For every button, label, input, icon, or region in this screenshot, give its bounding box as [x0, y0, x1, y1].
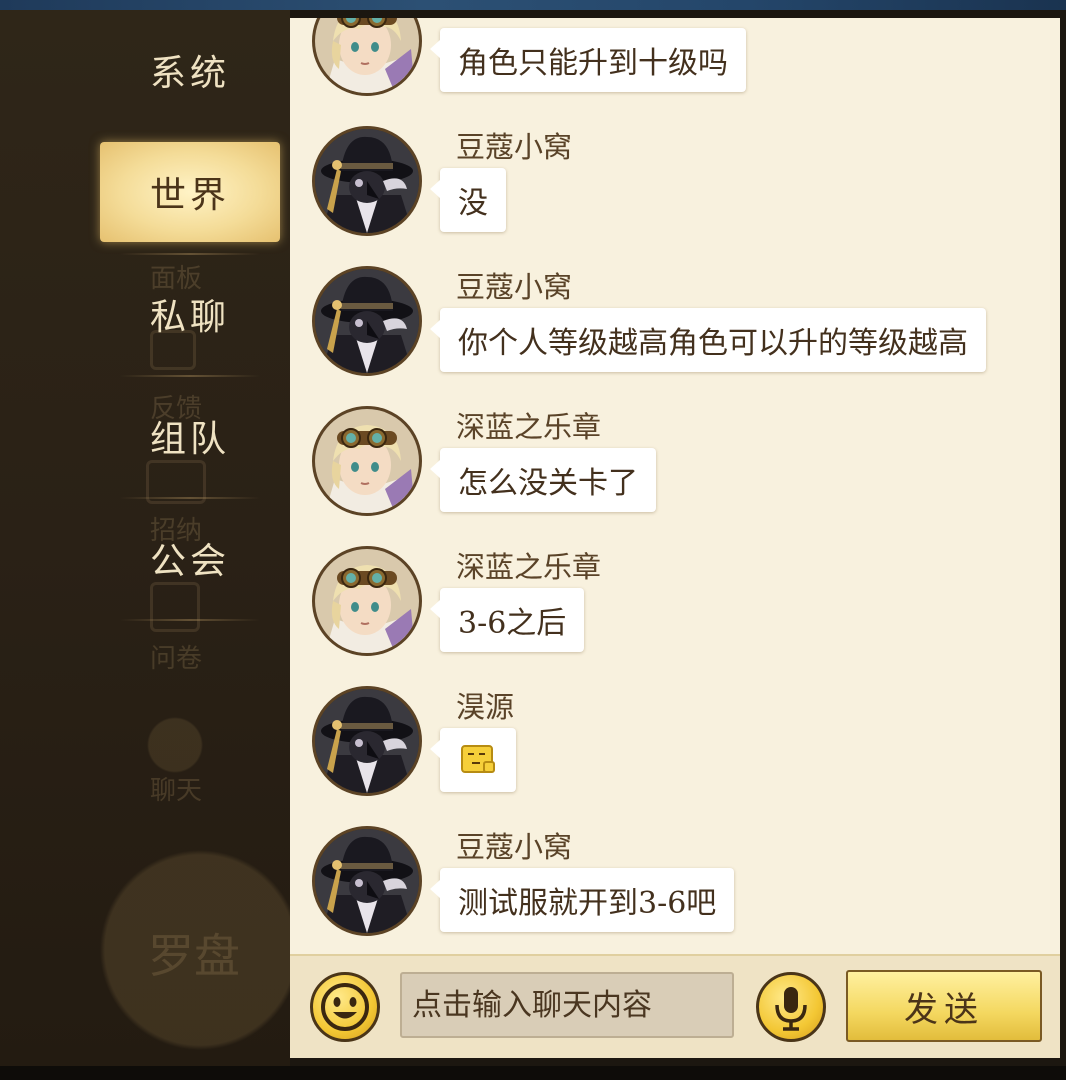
- chat-input[interactable]: [400, 972, 734, 1038]
- user-avatar[interactable]: [312, 406, 422, 516]
- message-bubble: [430, 728, 516, 792]
- chat-message: 深蓝之乐章 怎么没关卡了: [290, 406, 1060, 546]
- message-text: 角色只能升到十级吗: [458, 46, 728, 81]
- send-button[interactable]: 发送: [846, 970, 1042, 1042]
- tab-private-chat[interactable]: 私聊: [100, 264, 280, 364]
- message-text: 没: [458, 186, 488, 221]
- tab-system[interactable]: 系统: [100, 20, 280, 120]
- message-list[interactable]: 角色只能升到十级吗 豆蔻小窝 没 豆蔻小窝 你个人等级越高角色可以升的等级越高 …: [290, 18, 1060, 954]
- message-username: 豆蔻小窝: [456, 830, 573, 864]
- user-avatar[interactable]: [312, 826, 422, 936]
- user-avatar[interactable]: [312, 266, 422, 376]
- divider: [120, 497, 260, 499]
- chat-message: 豆蔻小窝 测试服就开到3-6吧: [290, 826, 1060, 954]
- chat-message: 角色只能升到十级吗: [290, 18, 1060, 126]
- message-text: 3-6之后: [458, 606, 567, 641]
- message-username: 深蓝之乐章: [456, 550, 602, 584]
- message-username: 豆蔻小窝: [456, 270, 573, 304]
- divider: [120, 619, 260, 621]
- smiley-icon: [321, 983, 369, 1031]
- chat-input-bar: 发送: [290, 954, 1060, 1058]
- message-text: 测试服就开到3-6吧: [458, 886, 717, 921]
- bg-decoration: 罗盘: [148, 929, 240, 983]
- channel-sidebar: 面板 反馈 招纳 问卷 聊天 罗盘 系统 世界 私聊 组队 公会: [0, 10, 290, 1066]
- tab-guild[interactable]: 公会: [100, 508, 280, 608]
- dark-hat-avatar: [315, 829, 419, 933]
- emoji-button[interactable]: [310, 972, 380, 1042]
- message-bubble: 角色只能升到十级吗: [430, 28, 746, 92]
- voice-button[interactable]: [756, 972, 826, 1042]
- bg-decoration: 聊天: [150, 776, 203, 806]
- dark-hat-avatar: [315, 689, 419, 793]
- message-text: 你个人等级越高角色可以升的等级越高: [458, 326, 968, 361]
- user-avatar[interactable]: [312, 18, 422, 96]
- divider: [120, 375, 260, 377]
- blond-goggles-avatar: [315, 409, 419, 513]
- chat-message: 豆蔻小窝 你个人等级越高角色可以升的等级越高: [290, 266, 1060, 406]
- chat-message: 豆蔻小窝 没: [290, 126, 1060, 266]
- user-avatar[interactable]: [312, 686, 422, 796]
- yellow-face-emoji: [461, 745, 495, 773]
- tab-team[interactable]: 组队: [100, 386, 280, 486]
- blond-goggles-avatar: [315, 18, 419, 93]
- chat-message: 淏源: [290, 686, 1060, 826]
- message-bubble: 怎么没关卡了: [430, 448, 656, 512]
- chat-message: 深蓝之乐章 3-6之后: [290, 546, 1060, 686]
- message-username: 深蓝之乐章: [456, 410, 602, 444]
- message-bubble: 没: [430, 168, 506, 232]
- message-bubble: 测试服就开到3-6吧: [429, 868, 735, 932]
- microphone-icon: [775, 987, 807, 1031]
- tab-world[interactable]: 世界: [100, 142, 280, 242]
- dark-hat-avatar: [315, 269, 419, 373]
- message-text: 怎么没关卡了: [458, 466, 638, 501]
- message-username: 淏源: [456, 690, 515, 724]
- bg-decoration: 问卷: [150, 644, 203, 674]
- message-bubble: 3-6之后: [429, 588, 585, 652]
- bottom-strip: [0, 1066, 1066, 1080]
- chat-panel: 角色只能升到十级吗 豆蔻小窝 没 豆蔻小窝 你个人等级越高角色可以升的等级越高 …: [290, 18, 1060, 1058]
- user-avatar[interactable]: [312, 546, 422, 656]
- divider: [120, 253, 260, 255]
- top-strip: [0, 0, 1066, 10]
- message-bubble: 你个人等级越高角色可以升的等级越高: [430, 308, 986, 372]
- dark-hat-avatar: [315, 129, 419, 233]
- message-username: 豆蔻小窝: [456, 130, 573, 164]
- blond-goggles-avatar: [315, 549, 419, 653]
- user-avatar[interactable]: [312, 126, 422, 236]
